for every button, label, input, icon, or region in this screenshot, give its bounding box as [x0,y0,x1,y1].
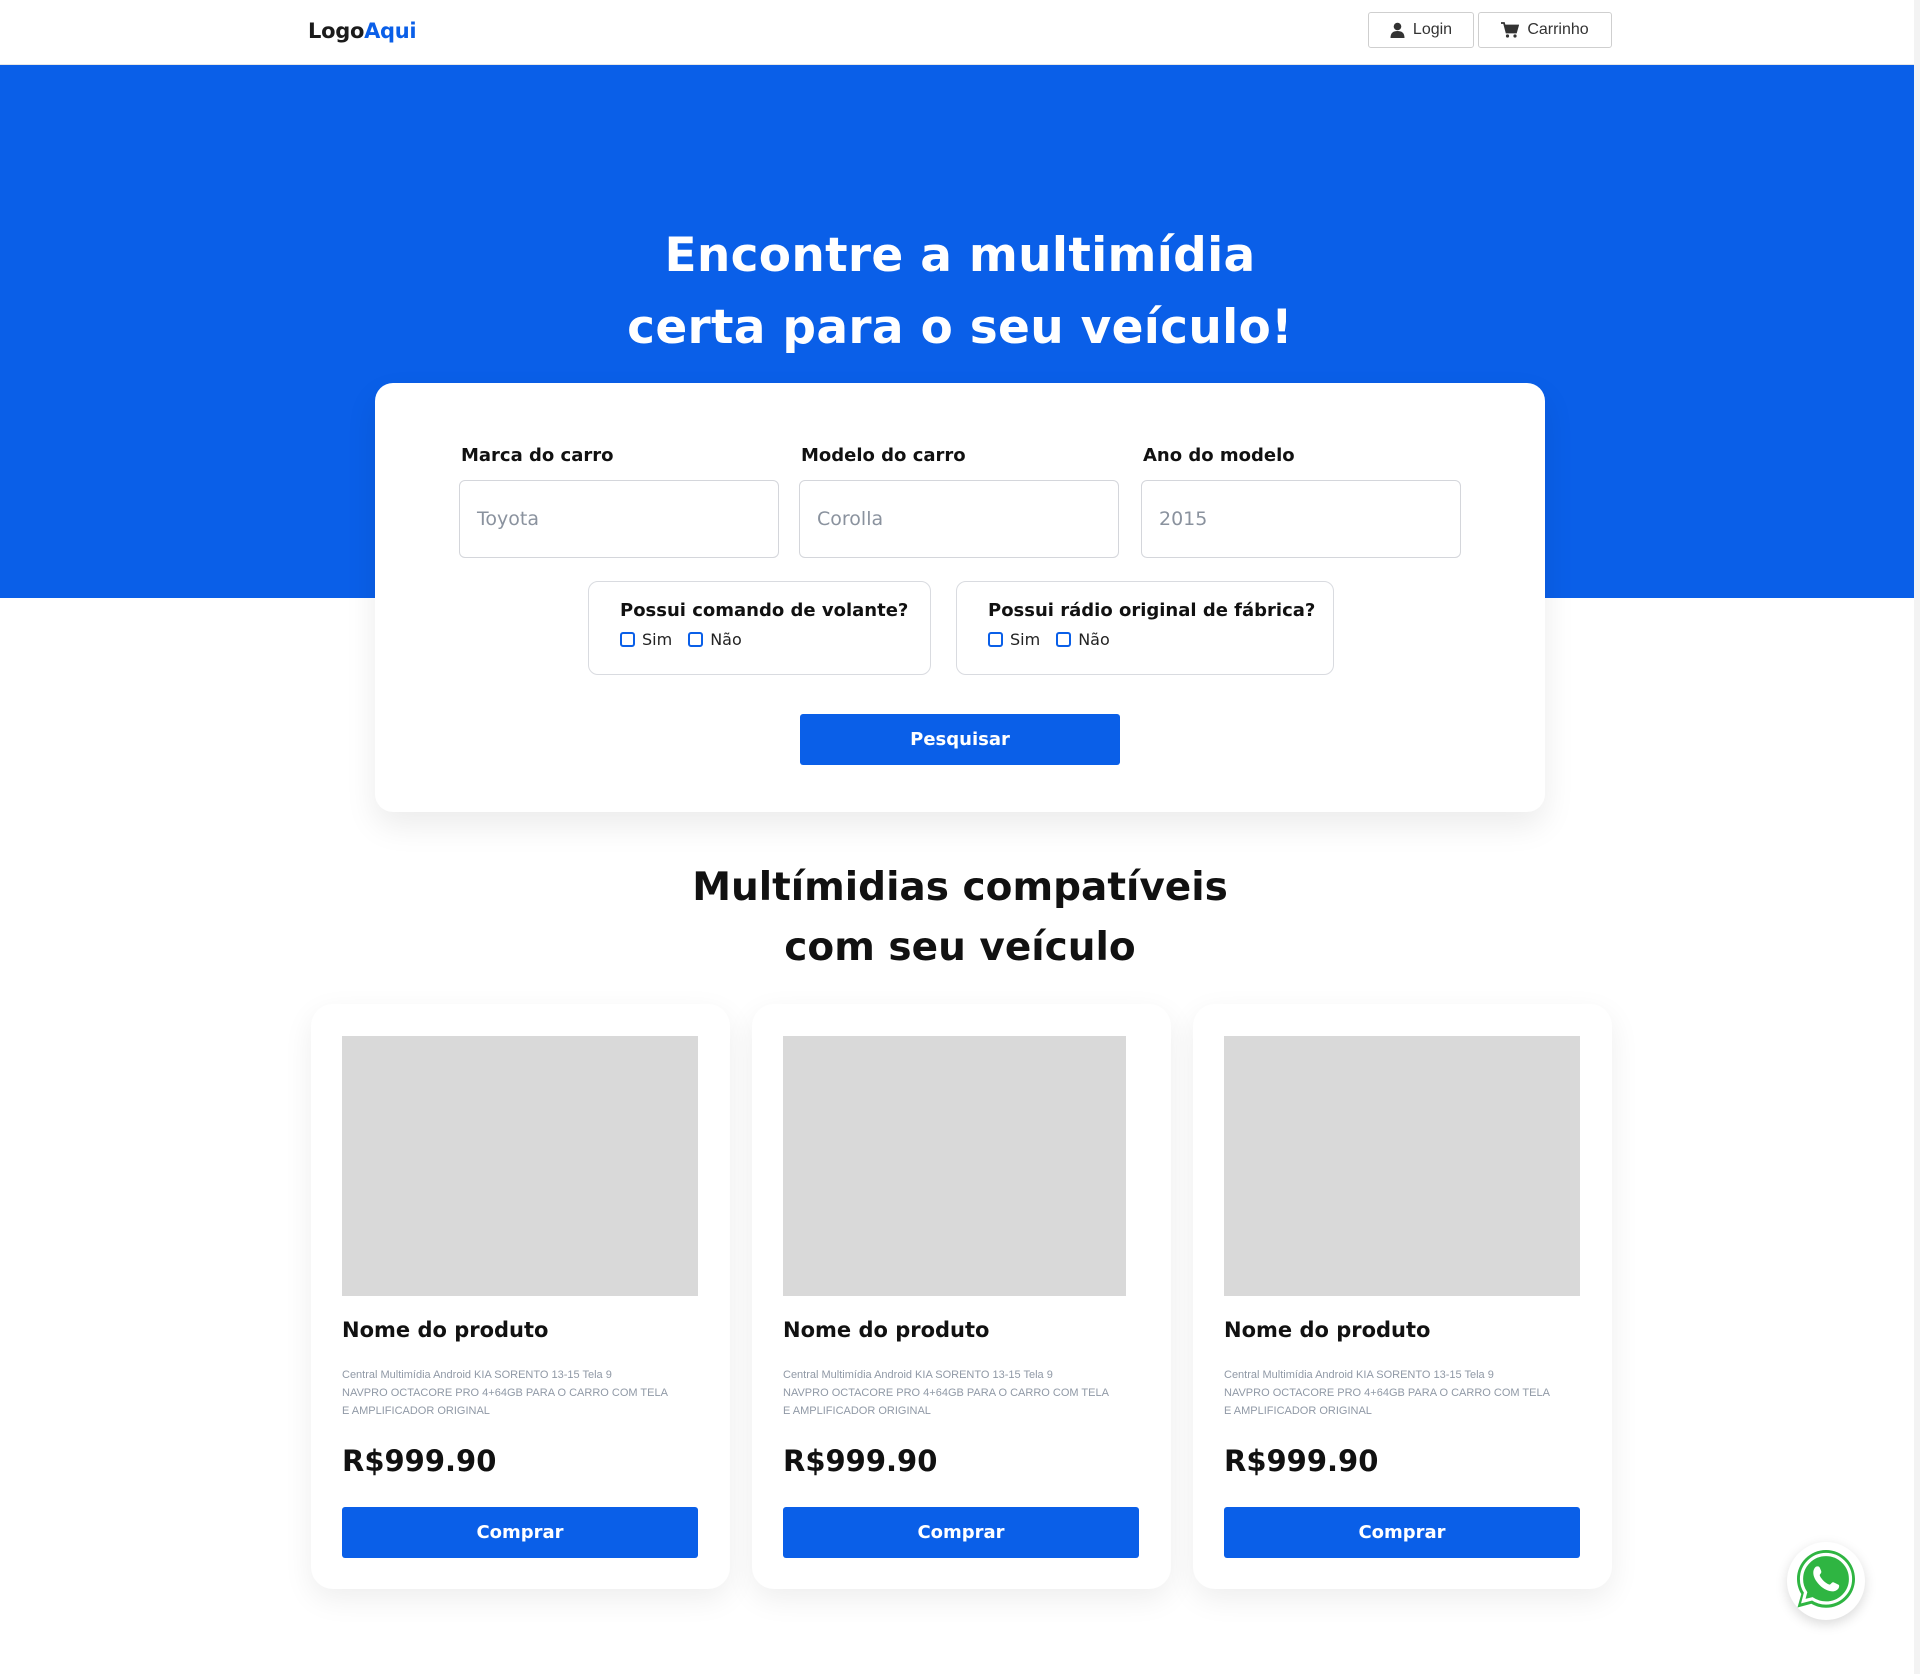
product-image-placeholder [783,1036,1126,1296]
product-name: Nome do produto [342,1318,549,1342]
product-description-line: NAVPRO OCTACORE PRO 4+64GB PARA O CARRO … [1224,1387,1550,1399]
product-description-line: NAVPRO OCTACORE PRO 4+64GB PARA O CARRO … [342,1387,668,1399]
results-title-line2: com seu veículo [784,925,1136,970]
search-button[interactable]: Pesquisar [800,714,1120,765]
product-name: Nome do produto [783,1318,990,1342]
results-title-line1: Multímidias compatíveis [692,865,1228,910]
product-description-line: E AMPLIFICADOR ORIGINAL [783,1405,931,1417]
brand-input[interactable]: Toyota [459,480,779,558]
checkbox-icon[interactable] [988,632,1003,647]
factory-radio-yes-label: Sim [1010,630,1041,649]
product-name: Nome do produto [1224,1318,1431,1342]
product-price: R$999.90 [1224,1444,1379,1478]
product-image-placeholder [342,1036,698,1296]
login-button[interactable]: Login [1368,12,1474,48]
logo-text-part1: Logo [308,19,365,43]
cart-button[interactable]: Carrinho [1478,12,1612,48]
scrollbar[interactable] [1914,0,1920,1674]
buy-button[interactable]: Comprar [1224,1507,1580,1558]
factory-radio-title: Possui rádio original de fábrica? [988,600,1316,621]
product-price: R$999.90 [783,1444,938,1478]
year-input[interactable]: 2015 [1141,480,1461,558]
checkbox-icon[interactable] [688,632,704,647]
product-description-line: Central Multimídia Android KIA SORENTO 1… [342,1369,612,1381]
top-header: LogoAqui Login Carrinho [0,0,1920,65]
product-description: Central Multimídia Android KIA SORENTO 1… [342,1366,702,1420]
steering-control-no-label: Não [710,630,742,649]
hero-title-line1: Encontre a multimídia [664,228,1256,283]
search-form-card: Marca do carro Toyota Modelo do carro Co… [375,383,1545,812]
buy-button[interactable]: Comprar [342,1507,698,1558]
product-image-placeholder [1224,1036,1580,1296]
cart-icon [1501,22,1520,38]
factory-radio-no[interactable]: Não [1056,630,1110,649]
year-label: Ano do modelo [1143,445,1295,466]
steering-control-question: Possui comando de volante? Sim Não [588,581,931,675]
product-card: Nome do produto Central Multimídia Andro… [311,1004,730,1589]
product-description: Central Multimídia Android KIA SORENTO 1… [1224,1366,1584,1420]
factory-radio-no-label: Não [1078,630,1110,649]
checkbox-icon[interactable] [1056,632,1072,647]
product-description-line: E AMPLIFICADOR ORIGINAL [342,1405,490,1417]
brand-field: Marca do carro Toyota [459,445,779,558]
logo-text-part2: Aqui [364,19,417,43]
product-price: R$999.90 [342,1444,497,1478]
whatsapp-button[interactable] [1787,1542,1865,1620]
year-field: Ano do modelo 2015 [1141,445,1461,558]
logo[interactable]: LogoAqui [308,19,417,43]
user-icon [1390,22,1405,38]
product-description-line: Central Multimídia Android KIA SORENTO 1… [783,1369,1053,1381]
results-title: Multímidias compatíveis com seu veículo [0,858,1920,978]
factory-radio-yes[interactable]: Sim [988,630,1040,649]
product-description: Central Multimídia Android KIA SORENTO 1… [783,1366,1143,1420]
product-description-line: NAVPRO OCTACORE PRO 4+64GB PARA O CARRO … [783,1387,1109,1399]
steering-control-no[interactable]: Não [688,630,742,649]
hero-title: Encontre a multimídia certa para o seu v… [0,220,1920,364]
model-input[interactable]: Corolla [799,480,1119,558]
cart-label: Carrinho [1527,21,1589,38]
model-label: Modelo do carro [801,445,966,466]
whatsapp-icon [1792,1545,1860,1617]
product-description-line: Central Multimídia Android KIA SORENTO 1… [1224,1369,1494,1381]
buy-button[interactable]: Comprar [783,1507,1139,1558]
product-card: Nome do produto Central Multimídia Andro… [752,1004,1171,1589]
product-card: Nome do produto Central Multimídia Andro… [1193,1004,1612,1589]
model-field: Modelo do carro Corolla [799,445,1119,558]
checkbox-icon[interactable] [620,632,635,647]
steering-control-title: Possui comando de volante? [620,600,909,621]
steering-control-yes[interactable]: Sim [620,630,672,649]
factory-radio-question: Possui rádio original de fábrica? Sim Nã… [956,581,1334,675]
hero-title-line2: certa para o seu veículo! [627,300,1293,355]
steering-control-yes-label: Sim [642,630,673,649]
brand-label: Marca do carro [461,445,614,466]
product-description-line: E AMPLIFICADOR ORIGINAL [1224,1405,1372,1417]
login-label: Login [1412,21,1453,38]
